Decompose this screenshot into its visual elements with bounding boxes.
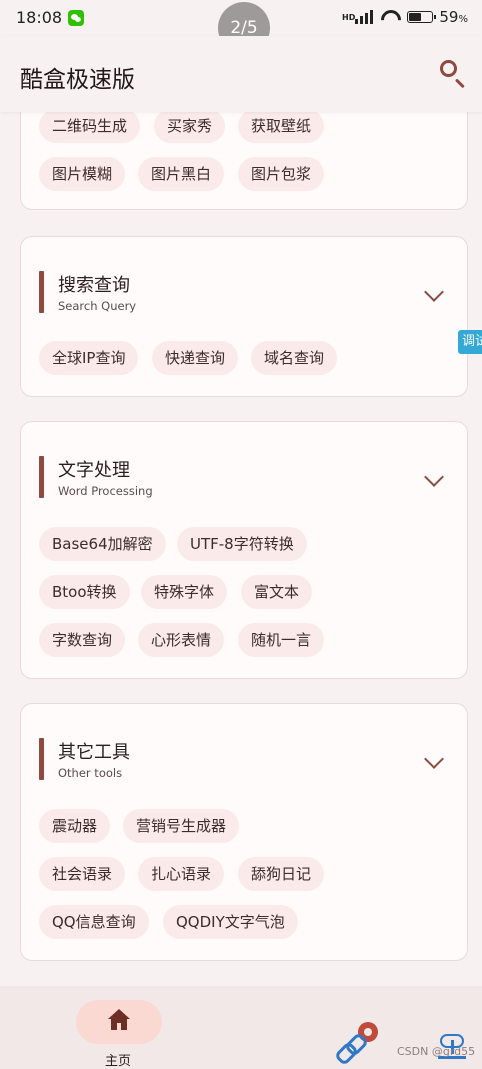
chip-qq-bubble[interactable]: QQDIY文字气泡 bbox=[163, 905, 298, 939]
section-card-image-tools: 二维码生成 买家秀 获取壁纸 图片模糊 图片黑白 图片包浆 bbox=[20, 112, 468, 210]
chip-btoo[interactable]: Btoo转换 bbox=[39, 575, 130, 609]
status-right: HD 59% bbox=[342, 8, 468, 26]
chevron-down-icon[interactable] bbox=[424, 749, 444, 769]
chip-vibrator[interactable]: 震动器 bbox=[39, 809, 111, 843]
app-bar: 酷盒极速版 bbox=[0, 36, 482, 112]
status-time: 18:08 bbox=[16, 8, 63, 27]
chip-domain[interactable]: 域名查询 bbox=[251, 341, 338, 375]
section-title: 搜索查询 bbox=[58, 275, 130, 296]
wifi-icon bbox=[381, 10, 401, 24]
chip-heartbreak-quotes[interactable]: 扎心语录 bbox=[138, 857, 225, 891]
chip-wallpaper[interactable]: 获取壁纸 bbox=[238, 112, 325, 143]
chip-image-patina[interactable]: 图片包浆 bbox=[238, 157, 325, 191]
network-hd-label: HD bbox=[342, 12, 356, 22]
chip-image-bw[interactable]: 图片黑白 bbox=[138, 157, 225, 191]
section-card-word-processing: 文字处理 Word Processing Base64加解密 UTF-8字符转换… bbox=[20, 421, 468, 679]
chip-word-count[interactable]: 字数查询 bbox=[39, 623, 126, 657]
chip-marketing-generator[interactable]: 营销号生成器 bbox=[123, 809, 240, 843]
accent-bar bbox=[39, 456, 44, 498]
section-subtitle: Word Processing bbox=[58, 484, 153, 498]
chip-social-quotes[interactable]: 社会语录 bbox=[39, 857, 126, 891]
wechat-notification-icon bbox=[68, 10, 84, 26]
chip-heart-emoji[interactable]: 心形表情 bbox=[138, 623, 225, 657]
chip-qq-info[interactable]: QQ信息查询 bbox=[39, 905, 149, 939]
section-subtitle: Search Query bbox=[58, 299, 137, 313]
app-title: 酷盒极速版 bbox=[20, 67, 135, 93]
debug-edge-tab[interactable]: 调试 bbox=[458, 330, 482, 354]
section-title: 其它工具 bbox=[58, 742, 130, 763]
chip-global-ip[interactable]: 全球IP查询 bbox=[39, 341, 139, 375]
chip-rich-text[interactable]: 富文本 bbox=[241, 575, 313, 609]
chip-qrcode[interactable]: 二维码生成 bbox=[39, 112, 141, 143]
section-card-other-tools: 其它工具 Other tools 震动器 营销号生成器 社会语录 扎心语录 舔狗… bbox=[20, 703, 468, 961]
battery-level: 59% bbox=[439, 8, 468, 26]
chip-special-font[interactable]: 特殊字体 bbox=[141, 575, 228, 609]
chip-random-quote[interactable]: 随机一言 bbox=[238, 623, 325, 657]
tool-list[interactable]: 二维码生成 买家秀 获取壁纸 图片模糊 图片黑白 图片包浆 搜索查询 Searc… bbox=[0, 112, 482, 986]
chevron-down-icon[interactable] bbox=[424, 282, 444, 302]
nav-home-label: 主页 bbox=[105, 1054, 132, 1069]
chip-diary[interactable]: 舔狗日记 bbox=[238, 857, 325, 891]
battery-icon bbox=[407, 11, 437, 23]
chevron-down-icon[interactable] bbox=[424, 467, 444, 487]
chip-buyer-show[interactable]: 买家秀 bbox=[154, 112, 226, 143]
accent-bar bbox=[39, 271, 44, 313]
chip-utf8[interactable]: UTF-8字符转换 bbox=[177, 527, 307, 561]
section-subtitle: Other tools bbox=[58, 766, 123, 780]
accent-bar bbox=[39, 738, 44, 780]
status-bar: 18:08 2/5 HD 59% bbox=[0, 0, 482, 54]
watermark: CSDN @grd55 bbox=[397, 1045, 476, 1058]
section-title: 文字处理 bbox=[58, 460, 130, 481]
chip-base64[interactable]: Base64加解密 bbox=[39, 527, 166, 561]
chip-express[interactable]: 快递查询 bbox=[152, 341, 239, 375]
link-icon[interactable] bbox=[333, 1022, 378, 1067]
section-card-search-query: 搜索查询 Search Query 全球IP查询 快递查询 域名查询 bbox=[20, 236, 468, 397]
search-icon[interactable] bbox=[438, 58, 468, 89]
chip-image-blur[interactable]: 图片模糊 bbox=[39, 157, 126, 191]
home-icon bbox=[107, 1008, 131, 1032]
signal-icon bbox=[355, 10, 375, 24]
